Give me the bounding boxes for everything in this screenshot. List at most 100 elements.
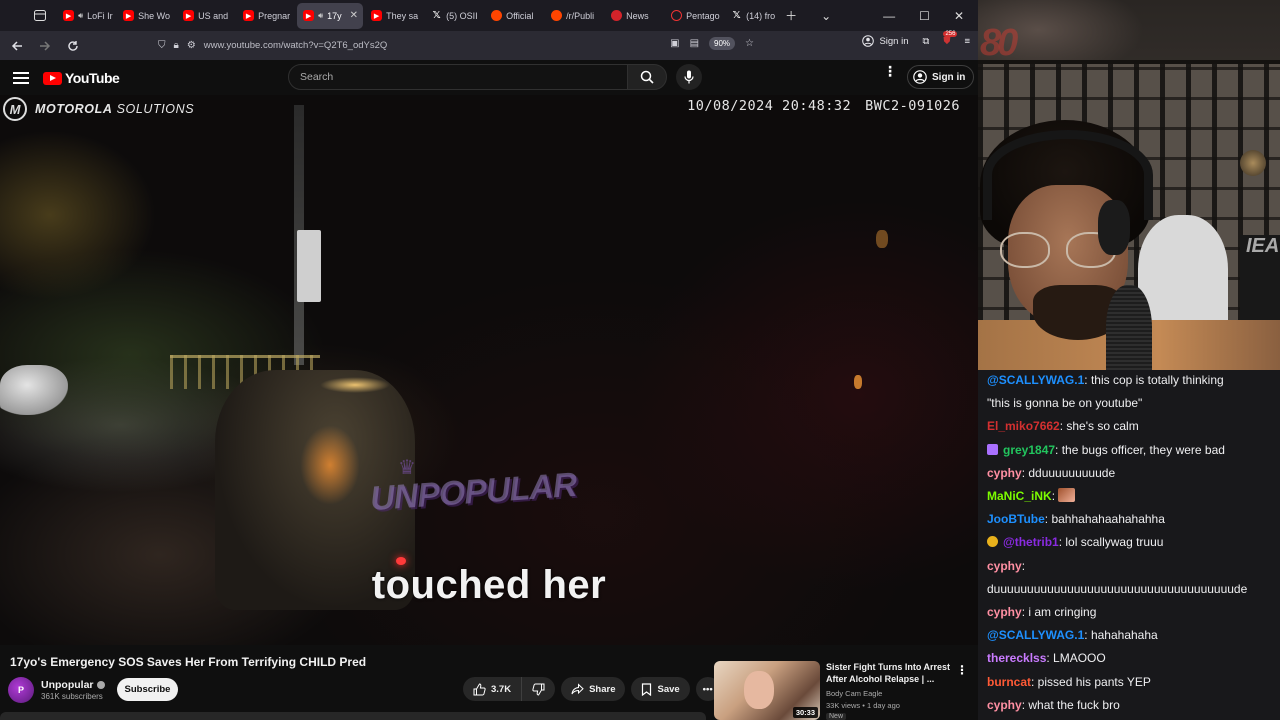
ublock-extension-button[interactable]: ⛊ 256 bbox=[943, 30, 958, 47]
lock-icon[interactable]: 🔒︎ bbox=[174, 40, 179, 51]
tab-list-button[interactable] bbox=[26, 0, 53, 31]
chat-username[interactable]: cyphy bbox=[987, 698, 1022, 712]
video-caption: touched her bbox=[371, 563, 607, 607]
minimize-button[interactable]: — bbox=[883, 9, 895, 23]
search-input[interactable]: Search bbox=[288, 64, 628, 90]
verified-icon bbox=[96, 681, 105, 689]
chat-badge-icon[interactable] bbox=[987, 536, 998, 548]
back-button[interactable] bbox=[4, 33, 30, 59]
browser-tab[interactable]: /r/Publi bbox=[545, 3, 603, 29]
tab-overflow-button[interactable]: ⌄ bbox=[821, 9, 831, 23]
chat-username[interactable]: cyphy bbox=[987, 605, 1022, 619]
channel-avatar[interactable]: P bbox=[8, 677, 34, 703]
chat-username[interactable]: cyphy bbox=[987, 466, 1022, 480]
chat-username[interactable]: cyphy bbox=[987, 559, 1022, 573]
browser-tab[interactable]: ▶ 🔊︎ LoFi Ir bbox=[57, 3, 115, 29]
close-tab-icon[interactable]: ✕ bbox=[350, 10, 358, 21]
youtube-play-icon bbox=[43, 71, 62, 85]
chat-username[interactable]: El_miko7662 bbox=[987, 419, 1060, 433]
youtube-sign-in-button[interactable]: Sign in bbox=[907, 65, 975, 89]
tab-bar: ▶ 🔊︎ LoFi Ir ▶ She Wo ▶ US and ▶ Pregnar ▶ 🔊︎ 17y ✕ ▶… bbox=[0, 0, 978, 31]
youtube-icon: ▶ bbox=[371, 10, 383, 21]
channel-name[interactable]: Unpopular bbox=[41, 679, 105, 691]
tab-label: LoFi Ir bbox=[87, 10, 113, 21]
youtube-icon: ▶ bbox=[303, 10, 315, 21]
account-sign-in-button[interactable]: Sign in bbox=[862, 35, 909, 47]
chat-username[interactable]: @SCALLYWAG.1 bbox=[987, 628, 1084, 642]
subscribe-button[interactable]: Subscribe bbox=[117, 678, 178, 701]
app-menu-button[interactable]: ≡ bbox=[964, 36, 970, 47]
maximize-button[interactable]: ☐ bbox=[919, 9, 930, 23]
chat-username[interactable]: burncat bbox=[987, 675, 1031, 689]
browser-tab[interactable]: ▶ US and bbox=[177, 3, 235, 29]
recommended-channel[interactable]: Body Cam Eagle bbox=[826, 689, 882, 698]
new-tab-button[interactable]: ＋ bbox=[785, 7, 797, 24]
picture-in-picture-icon[interactable]: ▣ bbox=[670, 38, 679, 49]
tab-label: Pentago bbox=[686, 10, 720, 21]
extensions-icon[interactable]: ⧉ bbox=[923, 36, 930, 47]
tab-label: (14) fro bbox=[746, 10, 776, 21]
zoom-level[interactable]: 90% bbox=[709, 37, 736, 50]
url-text[interactable]: www.youtube.com/watch?v=Q2T6_odYs2Q bbox=[204, 40, 388, 51]
new-badge: New bbox=[826, 713, 847, 720]
save-button[interactable]: Save bbox=[631, 677, 690, 701]
settings-kebab-icon[interactable]: ⋮ bbox=[883, 64, 897, 78]
reload-button[interactable] bbox=[60, 33, 86, 59]
browser-tab[interactable]: ▶ She Wo bbox=[117, 3, 175, 29]
chat-message: MaNiC_iNK: bbox=[987, 486, 1277, 506]
youtube-logo[interactable]: YouTube bbox=[43, 70, 120, 86]
parked-car bbox=[0, 365, 68, 415]
recommended-title[interactable]: Sister Fight Turns Into Arrest After Alc… bbox=[826, 661, 954, 685]
chat-username[interactable]: JooBTube bbox=[987, 512, 1045, 526]
chat-username[interactable]: therecklss bbox=[987, 651, 1046, 665]
reader-view-icon[interactable]: ▤ bbox=[690, 38, 699, 49]
chat-username[interactable]: @thetrib1 bbox=[1003, 535, 1059, 549]
forward-button[interactable] bbox=[32, 33, 58, 59]
recommended-kebab-icon[interactable]: ⋮ bbox=[956, 663, 968, 677]
light-glare bbox=[300, 425, 360, 505]
shield-icon[interactable]: ⛉ bbox=[158, 40, 166, 51]
description-box[interactable] bbox=[0, 712, 706, 720]
browser-tab[interactable]: 𝕏 (5) OSII bbox=[425, 3, 483, 29]
close-window-button[interactable]: ✕ bbox=[954, 9, 964, 23]
share-button[interactable]: Share bbox=[561, 677, 626, 701]
address-bar[interactable]: ⛉ 🔒︎ ⚙︎ www.youtube.com/watch?v=Q2T6_odY… bbox=[152, 34, 764, 57]
speaker-icon[interactable]: 🔊︎ bbox=[318, 11, 323, 21]
bodycam-timestamp: 10/08/2024 20:48:32 BWC2-091026 bbox=[687, 98, 960, 114]
chat-text: : bbox=[1051, 489, 1059, 503]
bookmark-star-icon[interactable]: ☆ bbox=[745, 38, 754, 49]
youtube-icon: ▶ bbox=[63, 10, 75, 21]
x-icon: 𝕏 bbox=[432, 10, 441, 21]
browser-tab[interactable]: Pentago bbox=[665, 3, 723, 29]
search-button[interactable] bbox=[627, 64, 667, 90]
voice-search-button[interactable] bbox=[676, 64, 702, 90]
lamp bbox=[1240, 150, 1266, 176]
search-icon bbox=[640, 70, 654, 84]
distant-light bbox=[854, 375, 862, 389]
browser-tab[interactable]: ▶ Pregnar bbox=[237, 3, 295, 29]
ublock-badge-count: 256 bbox=[943, 30, 958, 37]
chat-username[interactable]: @SCALLYWAG.1 bbox=[987, 373, 1084, 387]
chat-username[interactable]: MaNiC_iNK bbox=[987, 489, 1052, 503]
browser-tab[interactable]: ▶ 🔊︎ 17y ✕ bbox=[297, 2, 364, 29]
recommended-thumbnail[interactable]: 30:33 bbox=[714, 661, 820, 720]
chat-badge-icon[interactable] bbox=[987, 443, 998, 455]
guide-menu-button[interactable] bbox=[13, 69, 29, 85]
channel-name-text[interactable]: Unpopular bbox=[41, 679, 94, 691]
browser-tab[interactable]: 𝕏 (14) fro bbox=[725, 3, 783, 29]
chat-text: : bahhahahaahahahha bbox=[1044, 512, 1165, 527]
browser-tab[interactable]: News bbox=[605, 3, 663, 29]
bodycam-brand-light: SOLUTIONS bbox=[116, 102, 195, 116]
headset-earcup bbox=[1098, 200, 1130, 255]
user-circle-icon bbox=[913, 70, 927, 84]
browser-tab[interactable]: Official bbox=[485, 3, 543, 29]
browser-tab[interactable]: ▶ They sa bbox=[365, 3, 423, 29]
like-button[interactable]: 3.7K bbox=[463, 677, 523, 701]
chat-username[interactable]: grey1847 bbox=[1003, 443, 1055, 457]
speaker-icon[interactable]: 🔊︎ bbox=[78, 11, 83, 21]
permissions-icon[interactable]: ⚙︎ bbox=[187, 40, 196, 51]
video-player[interactable]: M MOTOROLA SOLUTIONS 10/08/2024 20:48:32… bbox=[0, 95, 978, 645]
recommended-video[interactable]: 30:33 Sister Fight Turns Into Arrest Aft… bbox=[714, 661, 976, 720]
video-duration: 30:33 bbox=[792, 707, 818, 718]
dislike-button[interactable] bbox=[522, 677, 556, 701]
